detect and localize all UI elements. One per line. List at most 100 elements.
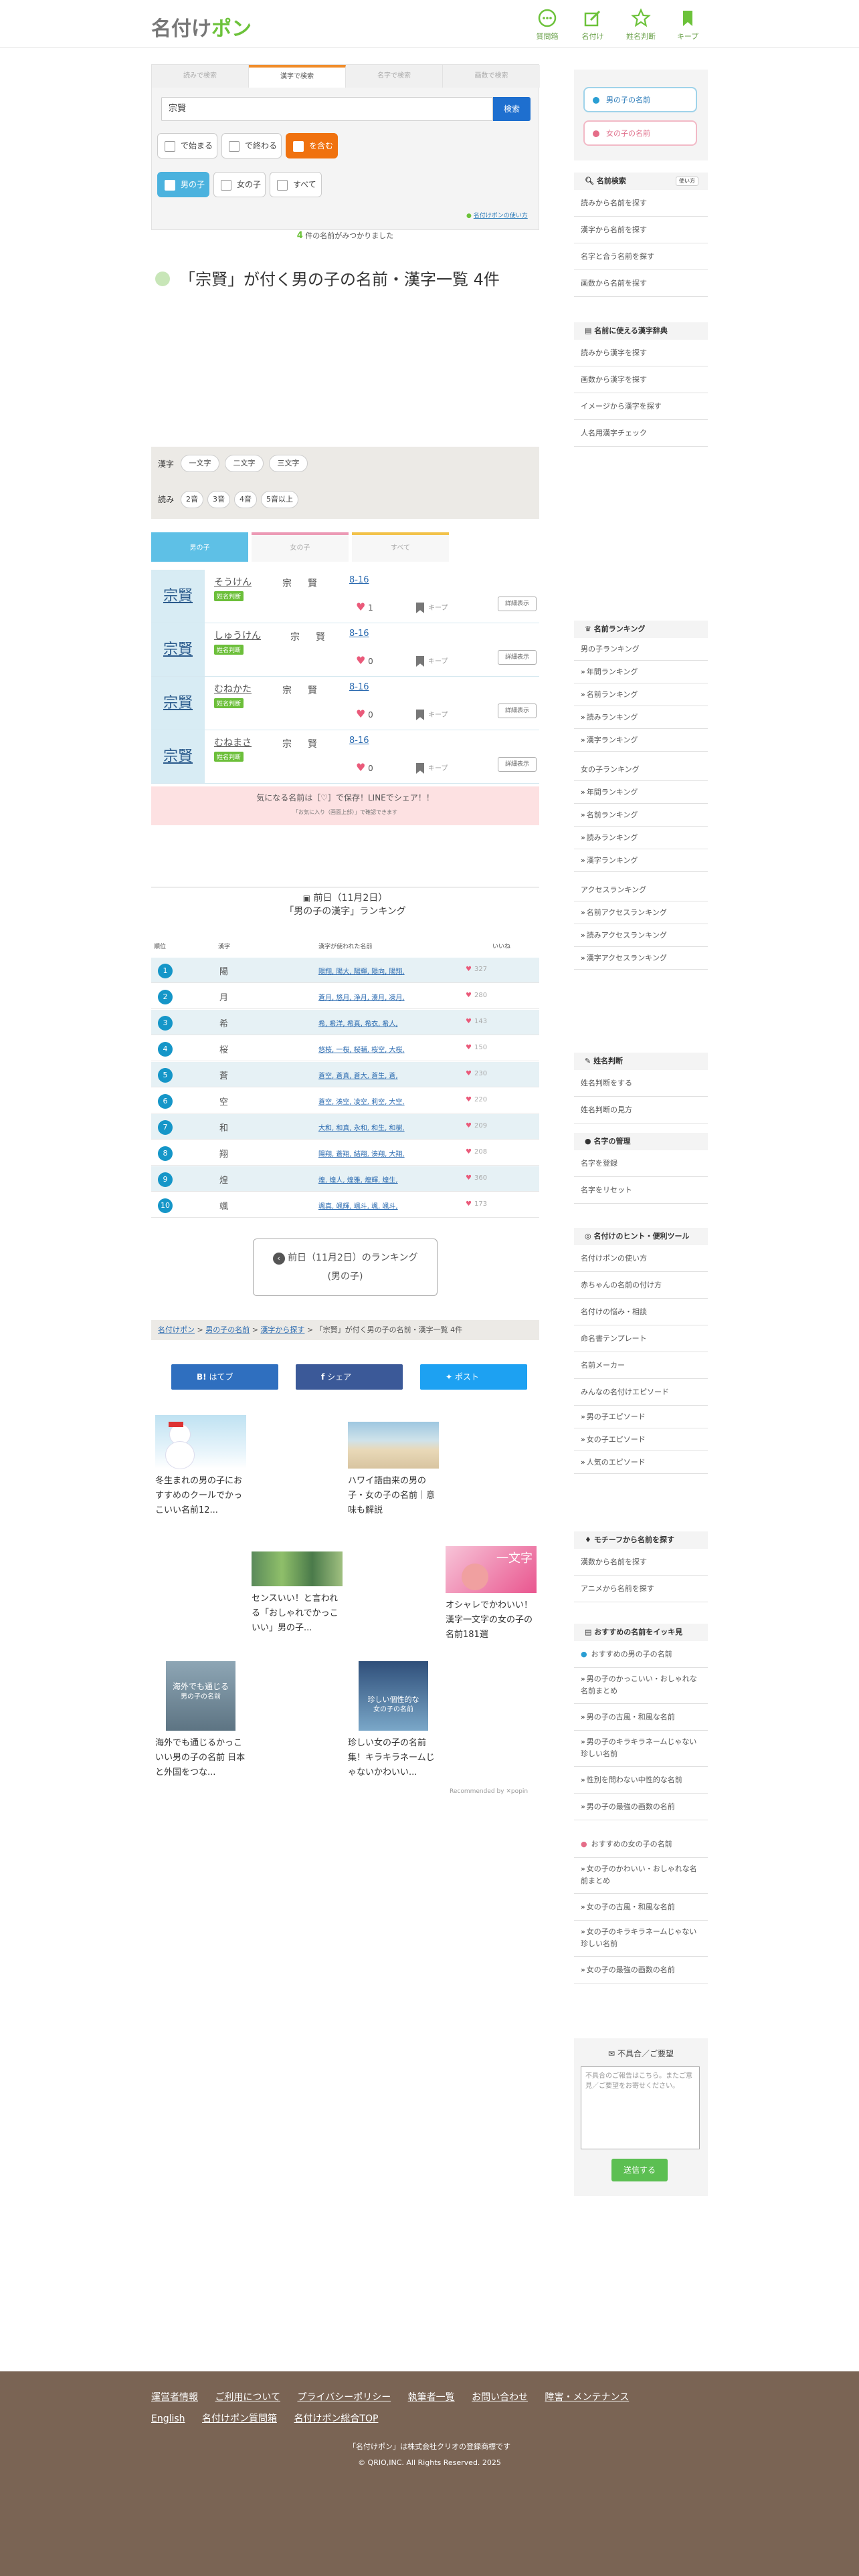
name-reading-link[interactable]: しゅうけん [214,629,261,642]
sidebar-ranking-link[interactable]: 読みアクセスランキング [574,924,708,947]
nav-question-box[interactable]: 質問箱 [527,8,567,41]
sidebar-link[interactable]: 命名書テンプレート [574,1325,708,1352]
sidebar-ranking-link[interactable]: 漢字ランキング [574,729,708,752]
stroke-count-link[interactable]: 8-16 [349,629,369,639]
option-contains[interactable]: を含む [286,133,338,158]
girl-names-button[interactable]: 女の子の名前 [583,120,697,146]
rank-kanji[interactable]: 月 [219,990,228,1003]
detail-button[interactable]: 詳細表示 [498,597,537,611]
option-starts-with[interactable]: で始まる [157,133,217,158]
sidebar-link[interactable]: 女の子のキラキラネームじゃない珍しい名前 [574,1921,708,1957]
boy-names-button[interactable]: 男の子の名前 [583,87,697,112]
fortune-badge[interactable]: 姓名判断 [214,591,244,601]
sidebar-link[interactable]: 姓名判断の見方 [574,1097,708,1123]
gender-all[interactable]: すべて [270,172,322,197]
stroke-count-link[interactable]: 8-16 [349,575,369,585]
gender-girl[interactable]: 女の子 [213,172,266,197]
tab-all[interactable]: すべて [352,532,449,562]
search-button[interactable]: 検索 [493,97,531,121]
rank-names[interactable]: 希, 希洋, 希真, 希衣, 希人, [318,1018,432,1028]
feedback-submit-button[interactable]: 送信する [611,2159,668,2181]
sidebar-link[interactable]: 男の子の古風・和風な名前 [574,1704,708,1731]
sidebar-ranking-link[interactable]: 女の子ランキング [574,758,708,781]
sidebar-link[interactable]: 人名用漢字チェック [574,420,708,447]
x-post-button[interactable]: ✦ ポスト [420,1364,527,1390]
hatena-share-button[interactable]: B! はてブ [171,1364,278,1390]
howto-link[interactable]: ● 名付けポンの使い方 [466,211,528,219]
sidebar-link[interactable]: 男の子のかっこいい・おしゃれな名前まとめ [574,1668,708,1704]
footer-contact-link[interactable]: お問い合わせ [472,2392,528,2403]
tab-kanji[interactable]: 漢字で検索 [249,65,346,88]
stroke-count-link[interactable]: 8-16 [349,682,369,692]
rank-kanji[interactable]: 颯 [219,1199,228,1212]
filter-one-char[interactable]: 一文字 [181,455,219,472]
filter-two-char[interactable]: 二文字 [225,455,264,472]
previous-ranking-button[interactable]: ‹ 前日（11月2日）のランキング (男の子) [253,1239,438,1296]
crumb-home[interactable]: 名付けポン [158,1325,195,1334]
feedback-textarea[interactable]: 不具合のご報告はこちら。またご意見／ご要望をお寄せください。 [581,2066,700,2149]
sidebar-link[interactable]: 読みから名前を探す [574,190,708,217]
rank-kanji[interactable]: 蒼 [219,1069,228,1081]
sidebar-link[interactable]: 男の子のキラキラネームじゃない珍しい名前 [574,1731,708,1767]
rank-names[interactable]: 陽翔, 蒼翔, 結翔, 湊翔, 大翔, [318,1148,432,1158]
rank-kanji[interactable]: 翔 [219,1147,228,1160]
filter-three-char[interactable]: 三文字 [269,455,308,472]
filter-5plus-sounds[interactable]: 5音以上 [261,491,298,508]
fortune-badge[interactable]: 姓名判断 [214,752,244,762]
like-button[interactable]: ♥ 0 [356,708,373,720]
sidebar-link[interactable]: 名字と合う名前を探す [574,243,708,270]
rec-card[interactable]: ハワイ語由来の男の子・女の子の名前｜意味も解説 [348,1422,442,1518]
sidebar-link[interactable]: 名字を登録 [574,1150,708,1177]
keep-button[interactable]: キープ [416,655,448,667]
footer-about-link[interactable]: 運営者情報 [151,2392,198,2403]
fortune-badge[interactable]: 姓名判断 [214,698,244,708]
sidebar-link[interactable]: 名付けの悩み・相談 [574,1299,708,1325]
name-reading-link[interactable]: そうけん [214,575,252,588]
rank-names[interactable]: 蒼空, 蒼真, 蒼大, 蒼生, 蒼, [318,1070,432,1080]
gender-boy[interactable]: 男の子 [157,172,209,197]
sidebar-ranking-link[interactable]: 名前ランキング [574,804,708,827]
rank-kanji[interactable]: 空 [219,1095,228,1107]
keep-button[interactable]: キープ [416,762,448,774]
rec-card[interactable]: 海外でも通じる 男の子の名前 海外でも通じるかっこいい男の子の名前 日本と外国をつ… [155,1661,249,1780]
filter-4-sounds[interactable]: 4音 [234,491,257,508]
sidebar-ranking-link[interactable]: 年間ランキング [574,661,708,683]
facebook-share-button[interactable]: f シェア [296,1364,403,1390]
crumb-boys[interactable]: 男の子の名前 [205,1325,250,1334]
rank-names[interactable]: 蒼空, 湊空, 凌空, 莉空, 大空, [318,1096,432,1106]
rec-card[interactable]: センスいい！と言われる「おしゃれでかっこいい」男の子... [252,1551,345,1636]
stroke-count-link[interactable]: 8-16 [349,736,369,746]
sidebar-ranking-link[interactable]: 読みランキング [574,827,708,849]
name-reading-link[interactable]: むねまさ [214,736,252,749]
name-kanji-link[interactable]: 宗賢 [151,730,205,783]
sidebar-ranking-link[interactable]: 読みランキング [574,706,708,729]
name-kanji-link[interactable]: 宗賢 [151,623,205,676]
sidebar-ranking-link[interactable]: 年間ランキング [574,781,708,804]
sidebar-link[interactable]: みんなの名付けエピソード [574,1379,708,1406]
like-button[interactable]: ♥ 1 [356,601,373,613]
footer-qa-link[interactable]: 名付けポン質問箱 [202,2413,277,2424]
detail-button[interactable]: 詳細表示 [498,650,537,665]
sidebar-ranking-link[interactable]: 名前ランキング [574,683,708,706]
sidebar-link[interactable]: おすすめの男の子の名前 [574,1641,708,1668]
tab-reading[interactable]: 読みで検索 [152,65,249,88]
sidebar-ranking-link[interactable]: 漢字ランキング [574,849,708,872]
rank-kanji[interactable]: 和 [219,1121,228,1134]
rank-kanji[interactable]: 希 [219,1016,228,1029]
footer-authors-link[interactable]: 執筆者一覧 [408,2392,455,2403]
sidebar-link[interactable]: 女の子の最強の画数の名前 [574,1957,708,1983]
nav-fortune[interactable]: 姓名判断 [621,8,661,41]
detail-button[interactable]: 詳細表示 [498,704,537,718]
rec-card[interactable]: 珍しい個性的な 女の子の名前 珍しい女の子の名前集！キラキラネームじゃないかわいい… [348,1661,442,1780]
keep-button[interactable]: キープ [416,709,448,720]
sidebar-ranking-link[interactable]: アクセスランキング [574,879,708,901]
sidebar-link[interactable]: 男の子エピソード [574,1406,708,1428]
rank-names[interactable]: 颯真, 颯輝, 颯斗, 颯, 颯斗, [318,1200,432,1210]
sidebar-link[interactable]: 人気のエピソード [574,1451,708,1474]
sidebar-link[interactable]: 性別を問わない中性的な名前 [574,1767,708,1794]
sidebar-ranking-link[interactable]: 漢字アクセスランキング [574,947,708,970]
sidebar-ranking-link[interactable]: 男の子ランキング [574,638,708,661]
sidebar-link[interactable]: 赤ちゃんの名前の付け方 [574,1272,708,1299]
fortune-badge[interactable]: 姓名判断 [214,645,244,655]
rank-names[interactable]: 煌, 煌人, 煌雅, 煌輝, 煌生, [318,1174,432,1184]
